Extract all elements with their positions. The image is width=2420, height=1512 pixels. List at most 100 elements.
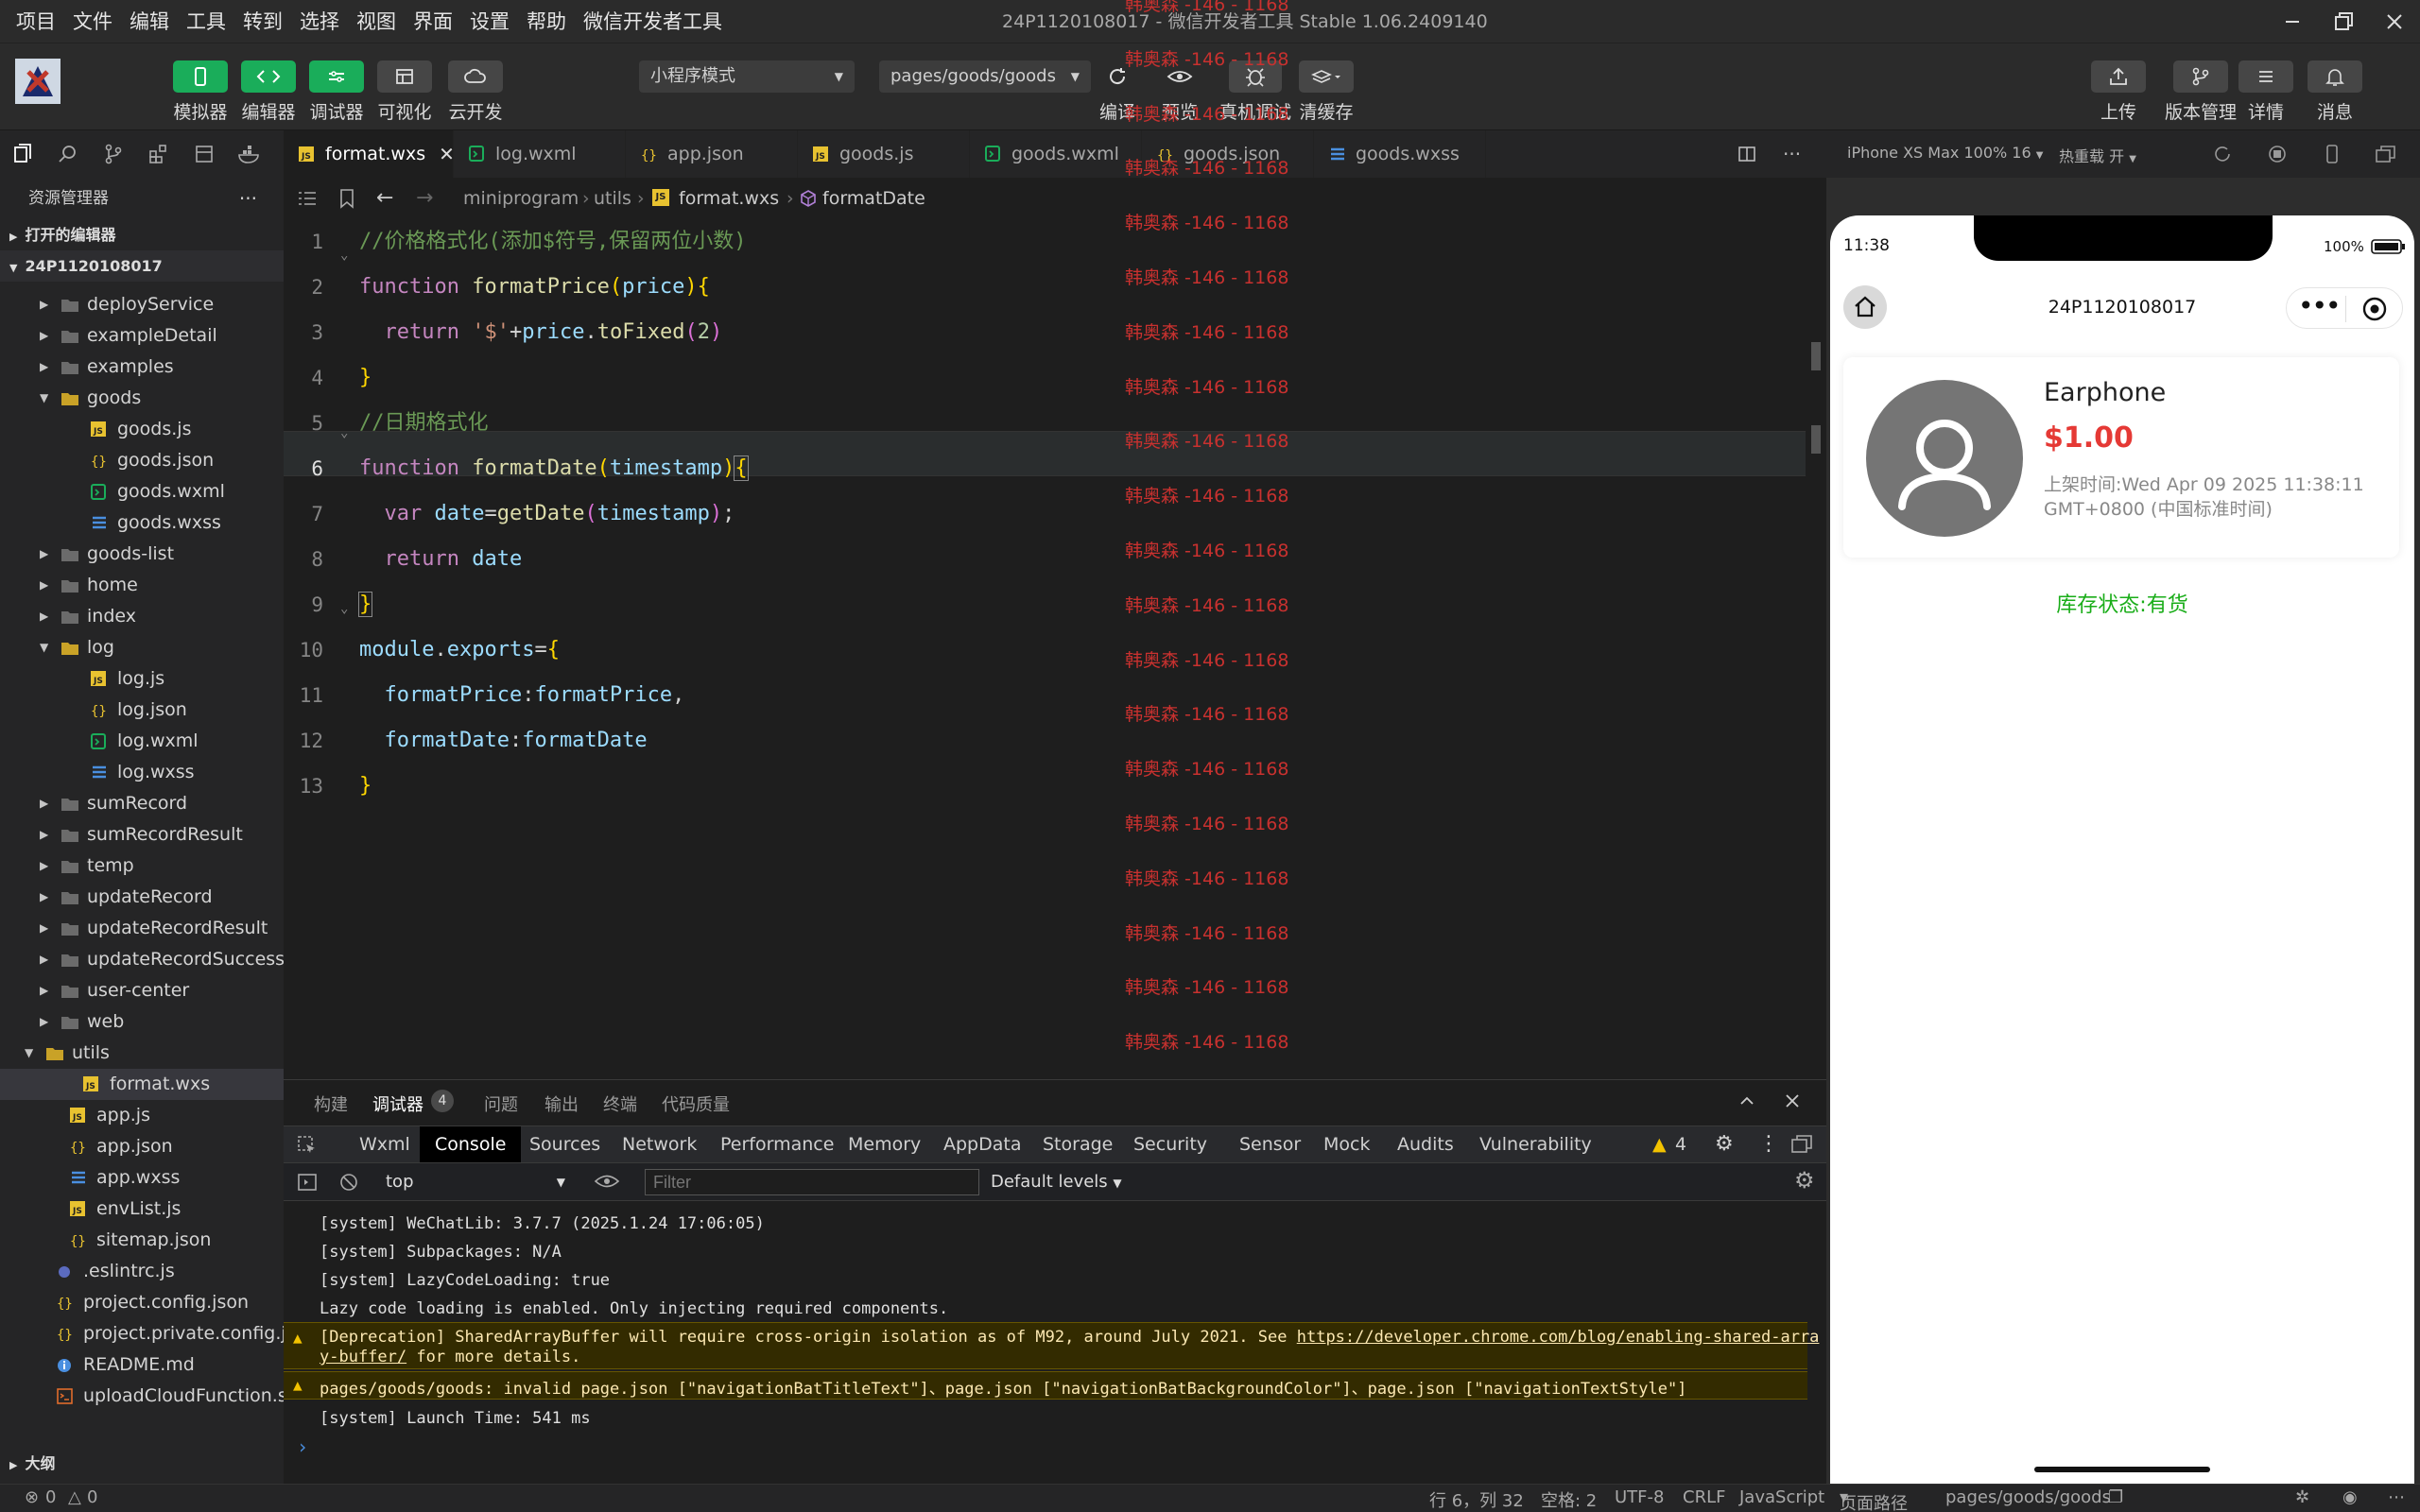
clear-cache-button[interactable]: 清缓存 [1299,60,1354,124]
hot-reload-select[interactable]: 热重载 开 ▼ [2059,144,2136,166]
visual-button[interactable]: 可视化 [377,60,432,124]
menu-goto[interactable]: 转到 [234,0,291,43]
file-tree-item[interactable]: ▶ exampleDetail [0,320,284,352]
more-dots-icon[interactable]: ••• [2298,292,2342,320]
open-editors-section[interactable]: ▶ 打开的编辑器 [0,219,284,250]
context-select[interactable]: top ▼ [378,1169,573,1195]
explorer-icon[interactable] [0,143,45,165]
editor-tab[interactable]: {} app.json [626,130,798,178]
file-tree-item[interactable]: ▶ user-center [0,975,284,1006]
file-tree-item[interactable]: {} project.private.config.js... [0,1318,313,1349]
sidebar-toggle-icon[interactable] [297,1172,318,1193]
back-icon[interactable]: ← [376,178,393,219]
warning-link-continued[interactable]: y-buffer/ [320,1348,406,1366]
file-tree-item[interactable]: ▶ updateRecordSuccess [0,944,285,975]
close-tab-icon[interactable]: ✕ [439,143,455,165]
devtools-tab-mock[interactable]: Mock [1323,1126,1370,1162]
menu-settings[interactable]: 设置 [461,0,518,43]
close-window-icon[interactable] [2378,6,2411,38]
line-ending[interactable]: CRLF [1683,1487,1725,1507]
compile-page-select[interactable]: pages/goods/goods ▼ [879,60,1091,93]
error-count[interactable]: 0 [45,1487,56,1507]
storage-icon[interactable] [182,143,227,165]
upload-button[interactable]: 上传 [2091,60,2146,124]
code-editor[interactable]: 1 2 3 4 5 6 7 8 9 10 11 12 13 //价格格式化(添加$符号,保留两位小数) … [284,219,1826,1079]
file-tree-item[interactable]: JS envList.js [0,1194,284,1225]
file-tree-item[interactable]: {} goods.json [0,445,284,476]
crumb-file[interactable]: format.wxs [679,178,779,219]
file-tree-item[interactable]: ▶ deployService [0,289,284,320]
devtools-tab-performance[interactable]: Performance [720,1126,834,1162]
language-mode[interactable]: JavaScript [1739,1487,1824,1507]
more-icon[interactable]: ⋯ [2388,1487,2405,1507]
file-tree-item[interactable]: .eslintrc.js [0,1256,284,1287]
menu-help[interactable]: 帮助 [518,0,575,43]
eye-icon[interactable]: ◉ [2342,1487,2358,1507]
mode-select[interactable]: 小程序模式 ▼ [639,60,855,93]
file-tree-item[interactable]: {} log.json [0,695,284,726]
file-tree-item[interactable]: JS log.js [0,663,284,695]
menu-view[interactable]: 视图 [348,0,405,43]
panel-tab-problems[interactable]: 问题 [484,1091,518,1116]
indentation[interactable]: 空格: 2 [1541,1487,1597,1512]
devtools-tab-appdata[interactable]: AppData [943,1126,1022,1162]
fold-chevron-icon[interactable]: ⌄ [340,425,348,440]
editor-tab[interactable]: goods.wxml [970,130,1142,178]
crumb-miniprogram[interactable]: miniprogram [463,178,579,219]
warning-count[interactable]: 0 [87,1487,97,1507]
file-tree-item[interactable]: goods.wxss [0,507,284,539]
forward-icon[interactable]: → [416,178,433,219]
file-tree-item[interactable]: log.wxml [0,726,284,757]
bug-icon[interactable]: ✲ [2295,1487,2309,1507]
capsule-menu[interactable]: ••• [2286,287,2403,329]
warning-link[interactable]: https://developer.chrome.com/blog/enabli… [1297,1328,1820,1347]
kebab-menu-icon[interactable]: ⋮ [1758,1126,1779,1162]
file-tree-item[interactable]: {} app.json [0,1131,284,1162]
docker-icon[interactable] [227,143,272,165]
file-tree-item[interactable]: ▶ goods-list [0,539,284,570]
list-icon[interactable] [297,189,318,208]
version-button[interactable]: 版本管理 [2165,60,2237,124]
file-tree-item[interactable]: ▶ web [0,1006,284,1038]
devtools-tab-memory[interactable]: Memory [848,1126,921,1162]
restore-icon[interactable] [2327,6,2360,38]
file-tree-item[interactable]: ▶ sumRecordResult [0,819,284,850]
undock-icon[interactable] [1790,1134,1813,1155]
phone-outline-icon[interactable] [2322,144,2342,164]
file-tree-item[interactable]: ▼ utils [0,1038,284,1069]
extensions-icon[interactable] [136,143,182,165]
crumb-symbol[interactable]: formatDate [822,178,925,219]
file-tree-item[interactable]: ▶ updateRecord [0,882,284,913]
editor-tab[interactable]: JS format.wxs ✕ [284,130,455,178]
menu-interface[interactable]: 界面 [405,0,461,43]
outline-section[interactable]: ▶ 大纲 [0,1448,284,1479]
menu-tools[interactable]: 工具 [178,0,234,43]
editor-button[interactable]: 编辑器 [241,60,296,124]
close-panel-icon[interactable] [1783,1091,1802,1110]
file-tree-item[interactable]: ▶ index [0,601,284,632]
bookmark-icon[interactable] [338,188,355,209]
devtools-tab-sensor[interactable]: Sensor [1239,1126,1301,1162]
devtools-tab-audits[interactable]: Audits [1397,1126,1454,1162]
source-control-icon[interactable] [91,143,136,165]
panel-tab-terminal[interactable]: 终端 [603,1091,637,1116]
console-output[interactable]: [system] WeChatLib: 3.7.7 (2025.1.24 17:… [284,1201,1826,1485]
cloud-button[interactable]: 云开发 [448,60,503,124]
fold-chevron-icon[interactable]: ⌄ [340,248,348,263]
file-tree-item[interactable]: ▼ goods [0,383,284,414]
scrollbar-thumb[interactable] [1811,425,1821,454]
menu-select[interactable]: 选择 [291,0,348,43]
file-tree-item[interactable]: JS goods.js [0,414,284,445]
file-tree-item[interactable]: ▶ examples [0,352,284,383]
chevron-up-icon[interactable] [1737,1091,1756,1110]
file-tree-item[interactable]: JS format.wxs [0,1069,284,1100]
file-tree-item[interactable]: ▼ log [0,632,284,663]
crumb-utils[interactable]: utils [594,178,631,219]
file-tree-item[interactable]: {} project.config.json [0,1287,284,1318]
file-tree-item[interactable]: ▶ sumRecord [0,788,284,819]
panel-tab-build[interactable]: 构建 [314,1091,348,1116]
more-icon[interactable]: ··· [239,178,257,219]
encoding[interactable]: UTF-8 [1615,1487,1664,1507]
panel-tab-debugger[interactable]: 调试器 [372,1091,424,1116]
target-close-icon[interactable] [2362,297,2387,321]
